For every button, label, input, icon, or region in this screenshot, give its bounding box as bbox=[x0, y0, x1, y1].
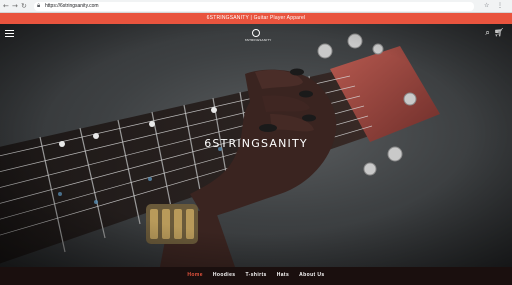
hero-title: 6STRINGSANITY bbox=[204, 137, 308, 150]
address-url: https://6stringsanity.com bbox=[45, 3, 99, 9]
lock-icon: 🔒︎ bbox=[37, 3, 41, 9]
address-bar[interactable]: 🔒︎ https://6stringsanity.com bbox=[34, 2, 474, 11]
site-logo[interactable]: 6STRINGSANITY bbox=[245, 29, 271, 47]
announcement-bar: 6STRINGSANITY | Guitar Player Apparel bbox=[0, 13, 512, 24]
forward-arrow-icon[interactable]: → bbox=[12, 2, 18, 10]
logo-mark-icon bbox=[252, 29, 260, 37]
reload-icon[interactable]: ↻ bbox=[21, 2, 27, 10]
nav-item-hoodies[interactable]: Hoodies bbox=[213, 272, 236, 278]
browser-toolbar: ← → ↻ 🔒︎ https://6stringsanity.com ☆ ⋮ bbox=[0, 0, 512, 13]
nav-item-hats[interactable]: Hats bbox=[277, 272, 289, 278]
active-nav-underline bbox=[0, 267, 512, 268]
nav-item-t-shirts[interactable]: T-shirts bbox=[245, 272, 266, 278]
main-navigation: Home Hoodies T-shirts Hats About Us bbox=[0, 267, 512, 285]
search-icon[interactable]: ⌕ bbox=[485, 28, 489, 37]
browser-menu-icons[interactable]: ☆ ⋮ bbox=[484, 2, 506, 10]
hamburger-menu-icon[interactable] bbox=[5, 30, 14, 38]
nav-item-about-us[interactable]: About Us bbox=[299, 272, 324, 278]
nav-item-home[interactable]: Home bbox=[187, 272, 203, 278]
back-arrow-icon[interactable]: ← bbox=[3, 2, 9, 10]
cart-icon[interactable]: 🛒︎ bbox=[494, 28, 504, 37]
header-actions: ⌕ 🛒︎ bbox=[481, 28, 504, 38]
